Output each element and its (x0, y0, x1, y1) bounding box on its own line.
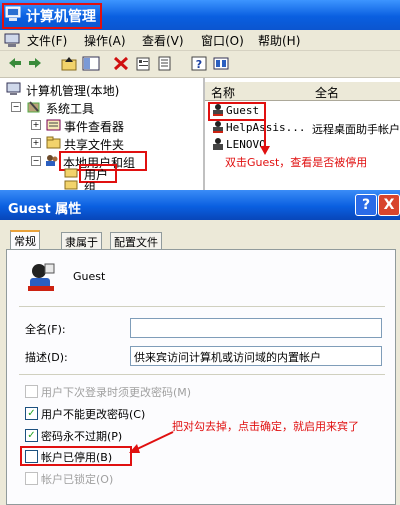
list-header: 名称 全名 (205, 82, 400, 101)
menu-action[interactable]: 操作(A) (84, 32, 126, 49)
menu-file[interactable]: 文件(F) (27, 32, 67, 49)
event-viewer-icon (46, 119, 61, 131)
must-change-password-label: 用户下次登录时须更改密码(M) (41, 386, 192, 399)
tree-event-viewer[interactable]: 事件查看器 (64, 118, 124, 135)
properties-icon[interactable] (134, 55, 152, 72)
window-title: 计算机管理 (26, 9, 96, 25)
user-icon (213, 104, 223, 116)
column-fullname[interactable]: 全名 (315, 84, 339, 101)
account-disabled-label: 帐户已停用(B) (41, 451, 113, 464)
password-never-expires-label: 密码永不过期(P) (41, 430, 123, 443)
tree-expand-toggle[interactable]: + (31, 138, 41, 148)
tree-root[interactable]: 计算机管理(本地) (26, 82, 119, 99)
annotation-arrow-left (129, 431, 174, 453)
guest-properties-dialog: Guest 属性 ? X 常规 隶属于 配置文件 Guest 全名(F): 描述… (0, 190, 400, 505)
computer-icon (6, 82, 21, 95)
description-label: 描述(D): (25, 351, 68, 364)
username-label: Guest (73, 270, 106, 283)
list-row-fullname: 远程桌面助手帐户 (312, 123, 400, 136)
back-icon[interactable] (6, 55, 24, 72)
svg-text:?: ? (196, 58, 202, 71)
user-icon (213, 138, 223, 150)
window-titlebar[interactable]: 计算机管理 (0, 0, 400, 30)
list-row-name[interactable]: Guest (226, 104, 259, 117)
view-icon[interactable] (212, 55, 230, 72)
description-input[interactable]: 供来宾访问计算机或访问域的内置帐户 (130, 346, 382, 366)
shared-folder-icon (46, 136, 61, 149)
cannot-change-password-label: 用户不能更改密码(C) (41, 408, 146, 421)
toolbar: ? (0, 51, 400, 78)
menubar: 文件(F) 操作(A) 查看(V) 窗口(O) 帮助(H) (0, 30, 400, 51)
close-button[interactable]: X (378, 194, 400, 216)
divider (19, 306, 385, 307)
tree-collapse-toggle[interactable]: − (31, 156, 41, 166)
account-disabled-checkbox[interactable] (25, 450, 38, 463)
delete-icon[interactable] (112, 55, 130, 72)
tools-icon (27, 101, 40, 113)
column-name[interactable]: 名称 (211, 84, 235, 101)
cannot-change-password-checkbox[interactable]: ✓ (25, 407, 38, 420)
account-locked-label: 帐户已锁定(O) (41, 473, 114, 486)
menu-window[interactable]: 窗口(O) (201, 32, 244, 49)
password-never-expires-checkbox[interactable]: ✓ (25, 429, 38, 442)
show-hide-tree-icon[interactable] (82, 55, 100, 72)
forward-icon[interactable] (26, 55, 44, 72)
user-icon (213, 121, 223, 133)
annotation-arrow-down (260, 110, 270, 155)
menu-help[interactable]: 帮助(H) (258, 32, 300, 49)
annotation-uncheck: 把对勾去掉，点击确定，就启用来宾了 (172, 420, 359, 433)
tab-member-of[interactable]: 隶属于 (61, 232, 102, 249)
tree-pane: 计算机管理(本地) − 系统工具 + 事件查看器 + 共享文件夹 − 本地用户和… (0, 78, 205, 195)
must-change-password-checkbox[interactable] (25, 385, 38, 398)
tree-expand-toggle[interactable]: + (31, 120, 41, 130)
dialog-title: Guest 属性 (8, 202, 82, 217)
divider (19, 374, 385, 375)
folder-icon (64, 168, 78, 178)
export-icon[interactable] (156, 55, 174, 72)
folder-icon (64, 180, 78, 190)
tab-general[interactable]: 常规 (10, 230, 40, 250)
tree-collapse-toggle[interactable]: − (11, 102, 21, 112)
dialog-titlebar[interactable]: Guest 属性 ? X (0, 190, 400, 220)
annotation-double-click: 双击Guest，查看是否被停用 (225, 156, 368, 169)
list-pane: 名称 全名 Guest HelpAssis... 远程桌面助手帐户 LENOVO… (205, 78, 400, 190)
users-groups-icon (46, 155, 58, 166)
tab-panel-general: Guest 全名(F): 描述(D): 供来宾访问计算机或访问域的内置帐户 用户… (6, 249, 396, 505)
fullname-input[interactable] (130, 318, 382, 338)
help-button[interactable]: ? (355, 194, 377, 216)
up-icon[interactable] (60, 55, 78, 72)
tree-system-tools[interactable]: 系统工具 (46, 100, 94, 117)
app-menu-icon[interactable] (4, 32, 20, 48)
menu-view[interactable]: 查看(V) (142, 32, 184, 49)
fullname-label: 全名(F): (25, 323, 66, 336)
account-locked-checkbox[interactable] (25, 472, 38, 485)
user-avatar-icon (28, 263, 55, 291)
tab-profile[interactable]: 配置文件 (110, 232, 162, 249)
help-icon[interactable]: ? (190, 55, 208, 72)
